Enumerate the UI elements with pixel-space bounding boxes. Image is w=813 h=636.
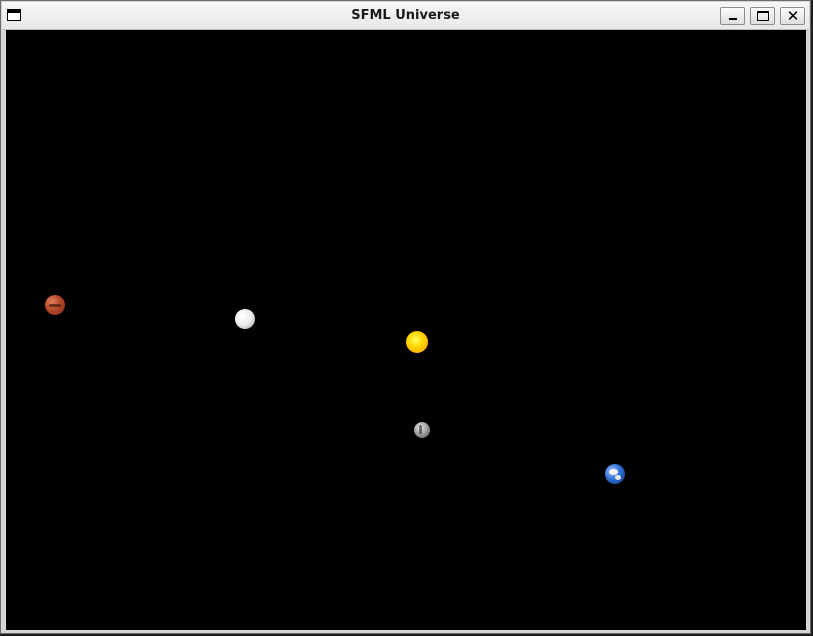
render-canvas[interactable] <box>6 30 806 630</box>
maximize-button[interactable] <box>750 7 775 25</box>
app-window: SFML Universe ✕ <box>0 0 811 634</box>
title-bar[interactable]: SFML Universe ✕ <box>2 2 809 30</box>
minimize-icon <box>729 18 737 20</box>
window-title: SFML Universe <box>351 8 460 23</box>
maximize-icon <box>757 11 769 21</box>
gray-moon <box>414 422 430 438</box>
window-menu-icon[interactable] <box>7 9 21 21</box>
close-icon: ✕ <box>786 7 800 25</box>
white-moon <box>235 309 255 329</box>
minimize-button[interactable] <box>720 7 745 25</box>
sun <box>406 331 428 353</box>
earth-planet <box>605 464 625 484</box>
mars-planet <box>45 295 65 315</box>
close-button[interactable]: ✕ <box>780 7 805 25</box>
